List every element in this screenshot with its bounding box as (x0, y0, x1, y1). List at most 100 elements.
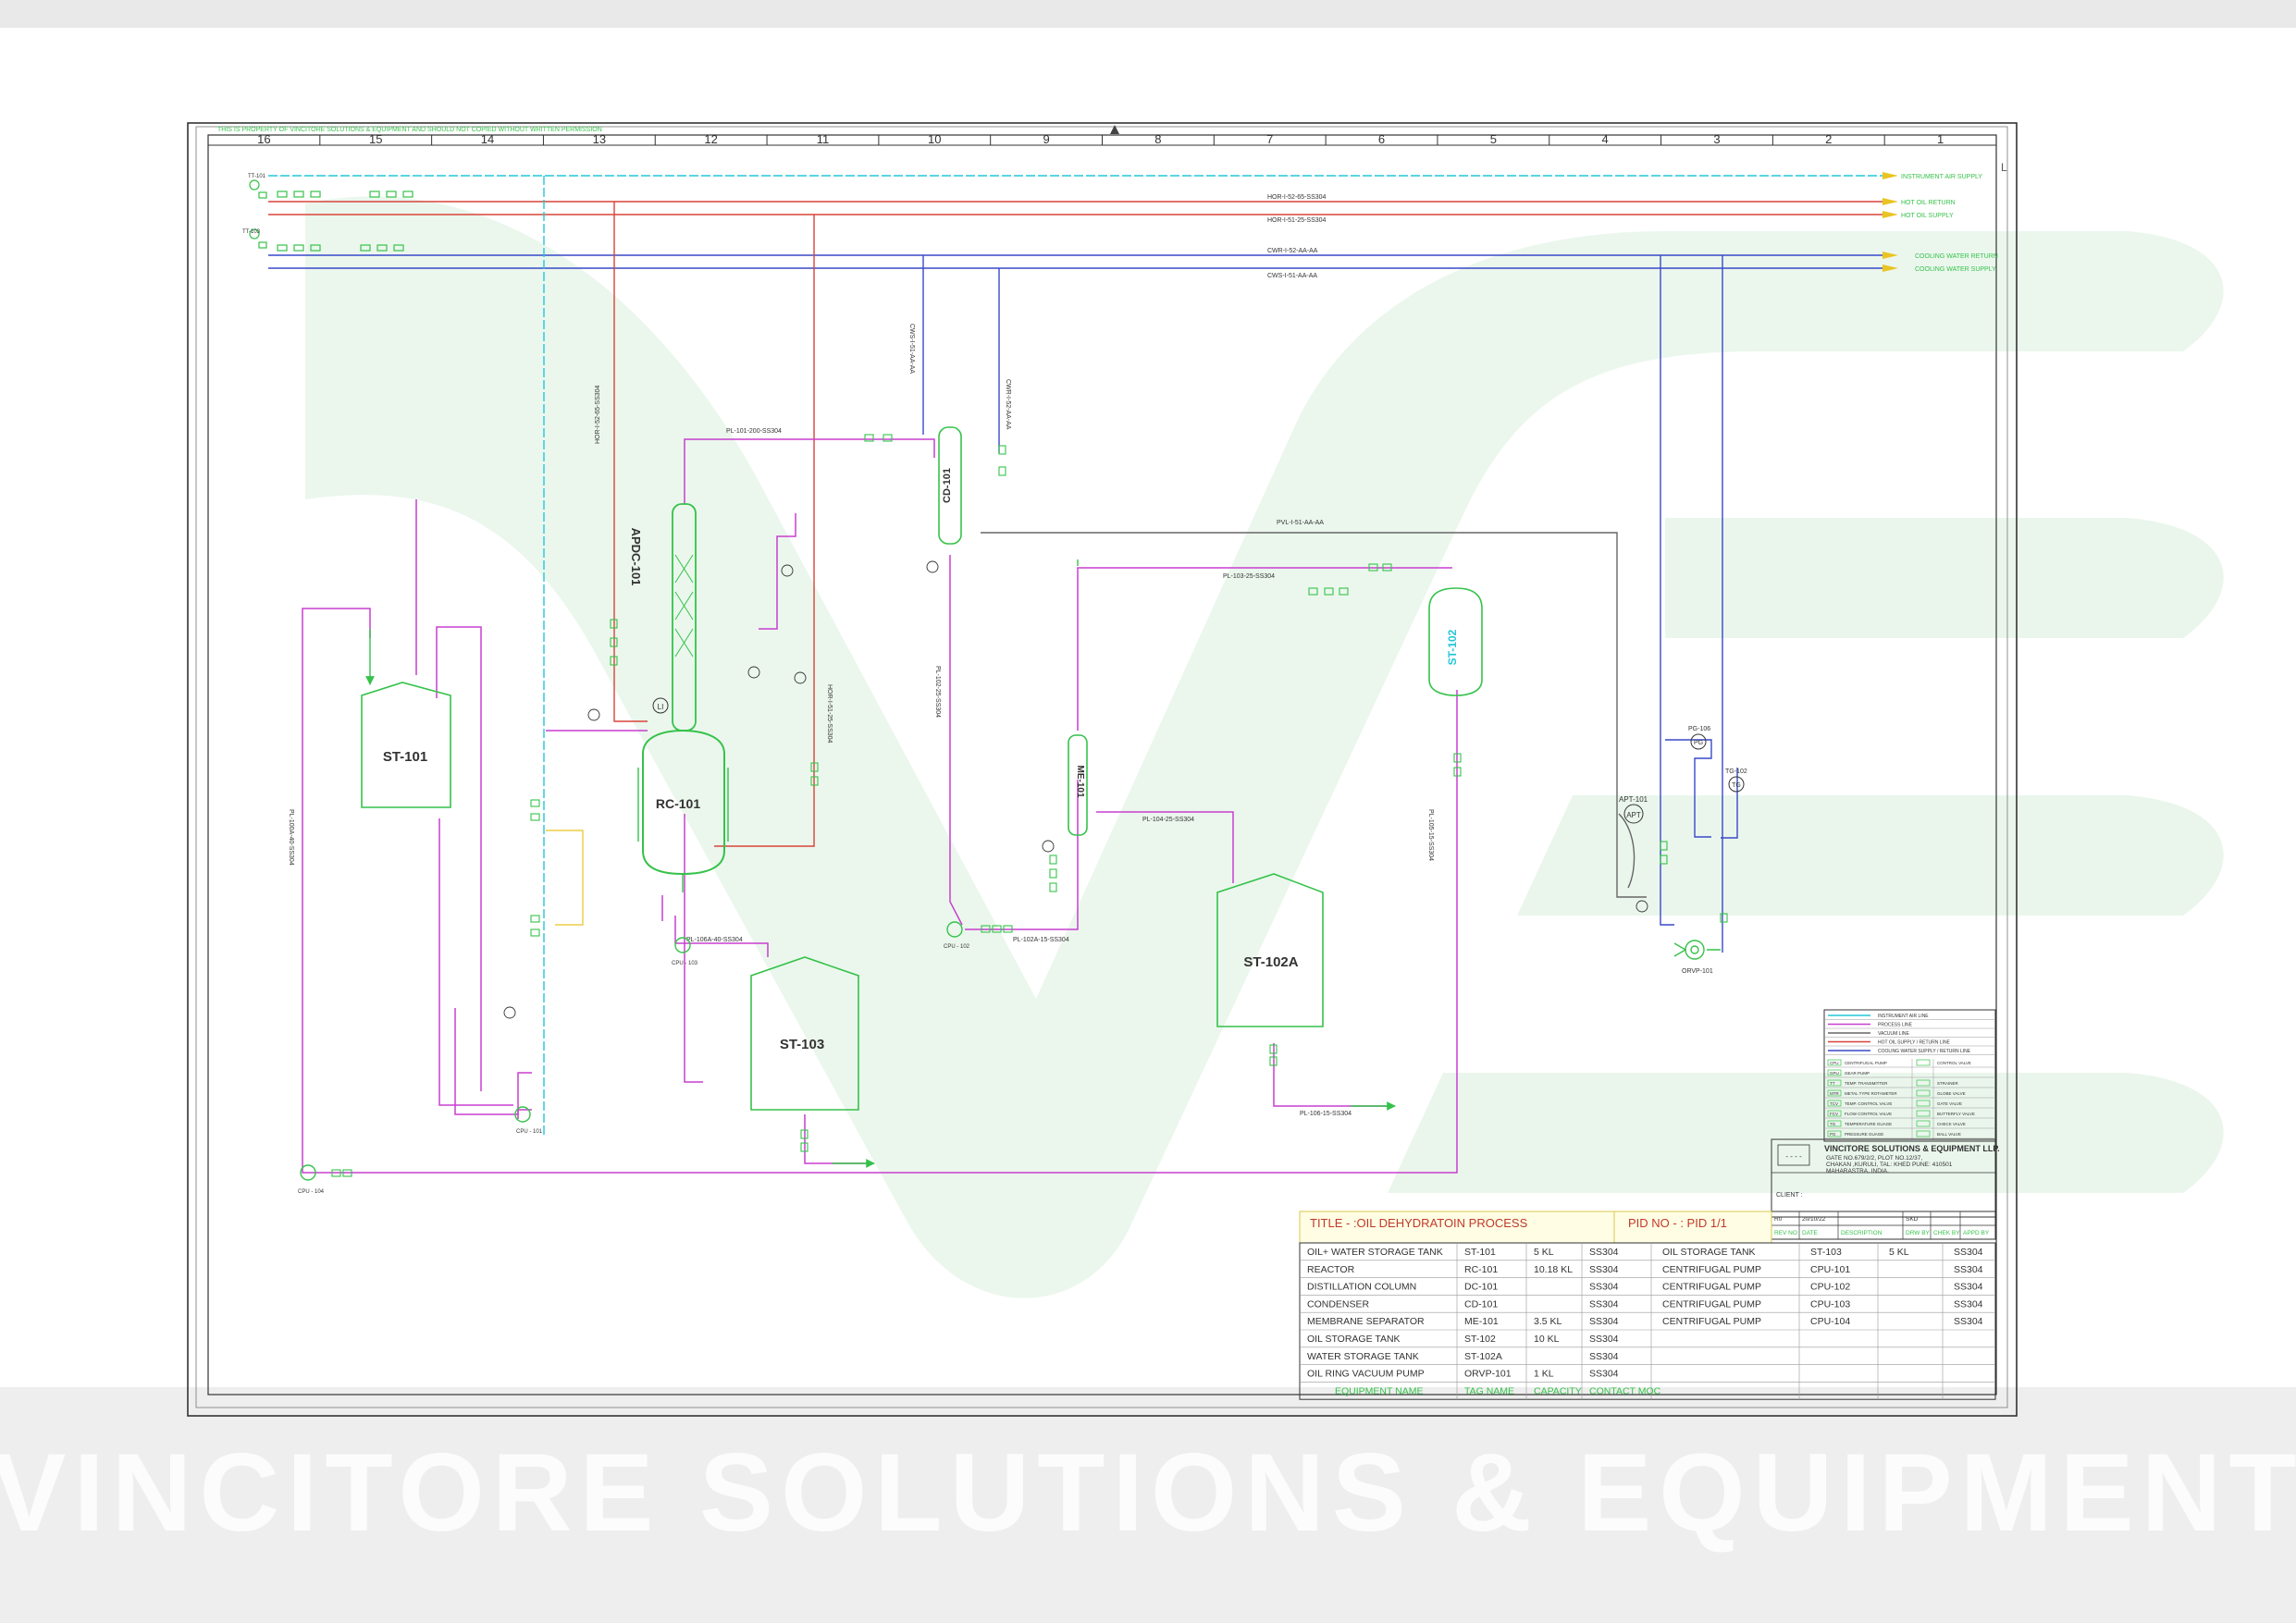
legend-symbol-abbr: TCV (1830, 1101, 1838, 1106)
equipment-table-cell: CPU-101 (1810, 1264, 1850, 1275)
equipment-table-cell: WATER STORAGE TANK (1307, 1351, 1419, 1362)
rc-101-label: RC-101 (656, 796, 700, 811)
ruler-label: 15 (369, 132, 382, 146)
legend-line-label: COOLING WATER SUPPLY / RETURN LINE (1878, 1049, 1971, 1054)
equipment-table-cell: ST-102 (1464, 1334, 1496, 1345)
company-address-3: MAHARASTRA, INDIA. (1826, 1168, 1889, 1174)
equipment-table-cell: CPU-102 (1810, 1282, 1850, 1293)
tg-bubble: TG (1732, 782, 1741, 789)
cws-code: CWS-I-51-AA-AA (1267, 273, 1317, 279)
equipment-table-cell: 3.5 KL (1534, 1316, 1562, 1327)
cws-label: COOLING WATER SUPPLY (1915, 266, 1996, 273)
equipment-table-cell: CPU-104 (1810, 1316, 1850, 1327)
ruler-label: 10 (928, 132, 941, 146)
pl106a-label: PL-106A-40-SS304 (686, 937, 743, 943)
equipment-table-cell: DC-101 (1464, 1282, 1498, 1293)
equipment-table-cell: SS304 (1589, 1334, 1619, 1345)
ruler-label: 2 (1825, 132, 1832, 146)
cwr-drop-label: CWR-I-52-AA-AA (1005, 379, 1011, 430)
revision-cell: R0 (1774, 1216, 1783, 1223)
legend-symbol-name: TEMPERATURE GUAGE (1845, 1122, 1892, 1126)
company-address-2: CHAKAN ,KURULI, TAL: KHED PUNE: 410501 (1826, 1162, 1953, 1168)
equipment-table-cell: SS304 (1954, 1282, 1983, 1293)
revision-header: DATE (1802, 1230, 1819, 1236)
tt101-tag: TT-101 (248, 174, 266, 179)
equipment-table-header: TAG NAME (1464, 1385, 1514, 1396)
equipment-table-cell: OIL+ WATER STORAGE TANK (1307, 1247, 1443, 1258)
legend-symbol-abbr: GPU (1830, 1071, 1839, 1076)
equipment-table-cell: RC-101 (1464, 1264, 1498, 1275)
legend-symbol-abbr: FCV (1830, 1112, 1838, 1116)
legend-symbol-name: GLOBE VALVE (1937, 1091, 1966, 1096)
pl105-label: PL-105-15-SS304 (1427, 809, 1434, 861)
st-103-label: ST-103 (780, 1037, 824, 1052)
revision-header: DRW BY (1906, 1230, 1931, 1236)
air-label: INSTRUMENT AIR SUPPLY (1901, 174, 1982, 180)
hos-code: HOR-I-51-25-SS304 (1267, 217, 1327, 224)
hos-drop-label: HOR-I-51-25-SS304 (826, 684, 833, 744)
hor-code: HOR-I-52-65-SS304 (1267, 194, 1327, 201)
pvl-label: PVL-I-51-AA-AA (1277, 520, 1324, 526)
ruler-label: 14 (481, 132, 494, 146)
equipment-table-cell: CENTRIFUGAL PUMP (1662, 1298, 1761, 1309)
equipment-table-cell: SS304 (1589, 1264, 1619, 1275)
st-102-label: ST-102 (1446, 629, 1459, 665)
company-address-1: GATE NO.679/2/2, PLOT NO.12/37, (1826, 1155, 1922, 1162)
equipment-table-cell: 5 KL (1534, 1247, 1554, 1258)
apt-bubble: APT (1626, 811, 1641, 819)
pg-106-tag: PG-106 (1688, 726, 1710, 732)
legend-symbol-name: TEMP. TRANSMITTER (1845, 1081, 1888, 1086)
pl106-label: PL-106-15-SS304 (1300, 1111, 1352, 1117)
company-name: VINCITORE SOLUTIONS & EQUIPMENT LLP. (1824, 1144, 2000, 1153)
equipment-table-cell: ST-101 (1464, 1247, 1496, 1258)
cws-drop-label: CWS-I-51-AA-AA (908, 324, 915, 374)
equipment-table-cell: SS304 (1589, 1369, 1619, 1380)
ruler-label: 9 (1043, 132, 1049, 146)
cpu-104-label: CPU - 104 (298, 1189, 325, 1195)
company-logo: - - - - (1785, 1152, 1802, 1161)
pl102-label: PL-102-25-SS304 (934, 666, 941, 718)
st-101-label: ST-101 (383, 749, 427, 765)
equipment-table-cell: OIL STORAGE TANK (1307, 1334, 1401, 1345)
equipment-table-cell: SS304 (1589, 1316, 1619, 1327)
legend-symbol-name: CONTROL VALVE (1937, 1061, 1971, 1065)
pg-bubble: PG (1694, 740, 1703, 746)
legend-symbol-abbr: MTR (1830, 1091, 1839, 1096)
hor-label: HOT OIL RETURN (1901, 200, 1956, 206)
legend-symbol-name: CHECK VALVE (1937, 1122, 1966, 1126)
revision-header: DESCRIPTION (1841, 1230, 1882, 1236)
pl104-label: PL-104-25-SS304 (1142, 817, 1194, 823)
equipment-table-cell: SS304 (1589, 1351, 1619, 1362)
pl101-label: PL-101-200-SS304 (726, 428, 782, 435)
legend-symbol-name: BUTTERFLY VALVE (1937, 1112, 1975, 1116)
legend-line-label: PROCESS LINE (1878, 1023, 1913, 1028)
ruler-label: 7 (1266, 132, 1273, 146)
legend-symbol-name: TEMP. CONTROL VALVE (1845, 1101, 1892, 1106)
watermark-text: VINCITORE SOLUTIONS & EQUIPMENT (0, 1431, 2296, 1555)
equipment-table-cell: ORVP-101 (1464, 1369, 1512, 1380)
ruler-label: 16 (257, 132, 270, 146)
ruler-label: 4 (1602, 132, 1609, 146)
equipment-table-header: CAPACITY (1534, 1385, 1582, 1396)
equipment-table-header: EQUIPMENT NAME (1335, 1385, 1423, 1396)
equipment-table-cell: CENTRIFUGAL PUMP (1662, 1316, 1761, 1327)
pl102a-label: PL-102A-15-SS304 (1013, 937, 1069, 943)
equipment-table-cell: SS304 (1954, 1298, 1983, 1309)
legend-symbol-name: CENTRIFUGAL PUMP (1845, 1061, 1887, 1065)
hos-label: HOT OIL SUPPLY (1901, 213, 1954, 219)
equipment-table-cell: CENTRIFUGAL PUMP (1662, 1264, 1761, 1275)
orvp-101-label: ORVP-101 (1682, 968, 1713, 975)
legend-symbol-abbr: TT (1830, 1081, 1835, 1086)
li-bubble: LI (658, 703, 664, 711)
equipment-table-cell: CONDENSER (1307, 1298, 1370, 1309)
ruler-label: 13 (593, 132, 606, 146)
revision-header: CHEK BY (1933, 1230, 1960, 1236)
equipment-table-cell: SS304 (1954, 1247, 1983, 1258)
pid-drawing-sheet: VINCITORE SOLUTIONS & EQUIPMENT THIS IS … (0, 0, 2296, 1623)
legend-symbol-name: GEAR PUMP (1845, 1071, 1870, 1076)
legend-symbol-name: PRESSURE GUAGE (1845, 1132, 1883, 1137)
pl100-label: PL-100A-40-SS304 (288, 809, 294, 866)
legend-line-label: VACUUM LINE (1878, 1031, 1909, 1037)
pid-number: PID NO - : PID 1/1 (1628, 1216, 1727, 1230)
hor-drop-label: HOR-I-52-65-SS304 (595, 385, 601, 444)
